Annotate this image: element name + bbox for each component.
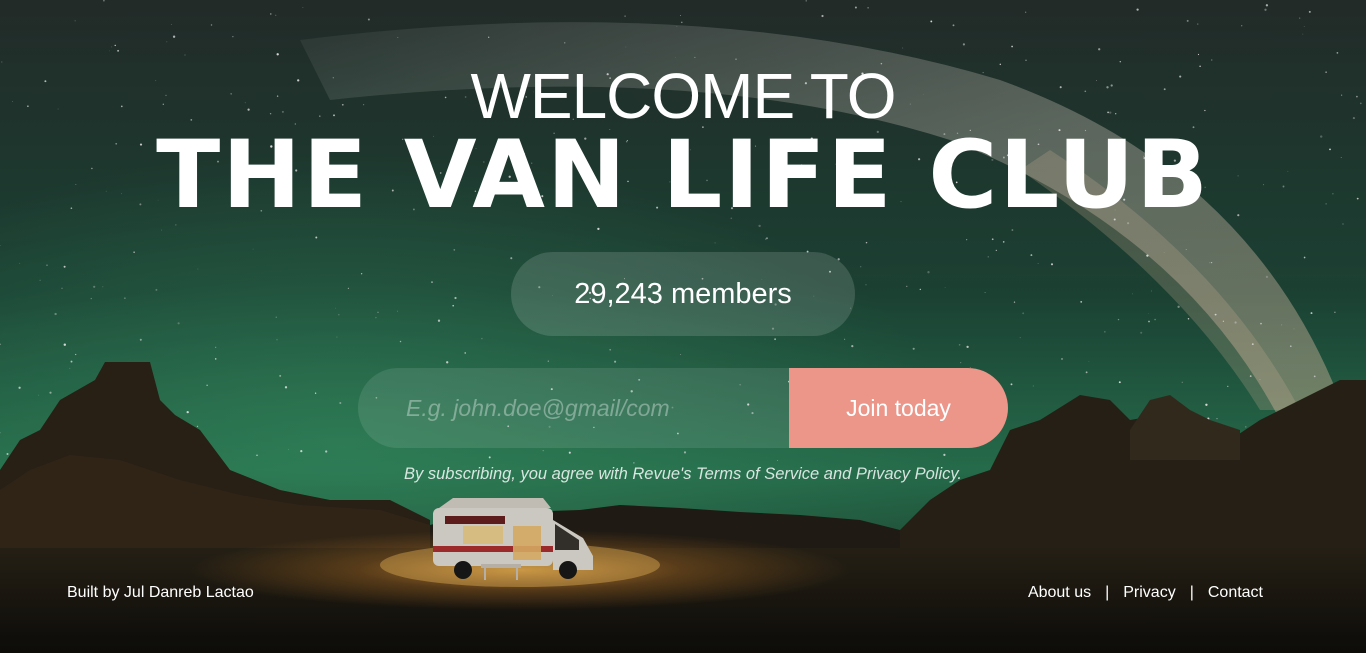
footer-link-contact[interactable]: Contact bbox=[1208, 584, 1263, 602]
email-input[interactable] bbox=[358, 368, 789, 448]
join-today-button[interactable]: Join today bbox=[789, 368, 1008, 448]
footer-nav: About us | Privacy | Contact bbox=[1028, 584, 1263, 602]
footer-separator: | bbox=[1105, 584, 1110, 601]
club-title: THE VAN LIFE CLUB bbox=[156, 121, 1210, 230]
footer-link-about-us[interactable]: About us bbox=[1028, 584, 1091, 602]
signup-form: Join today bbox=[358, 368, 1008, 448]
terms-notice: By subscribing, you agree with Revue's T… bbox=[404, 465, 962, 483]
footer-credit: Built by Jul Danreb Lactao bbox=[67, 584, 254, 601]
footer-separator: | bbox=[1189, 584, 1194, 601]
members-count-badge: 29,243 members bbox=[511, 252, 855, 336]
footer-link-privacy[interactable]: Privacy bbox=[1123, 584, 1175, 602]
